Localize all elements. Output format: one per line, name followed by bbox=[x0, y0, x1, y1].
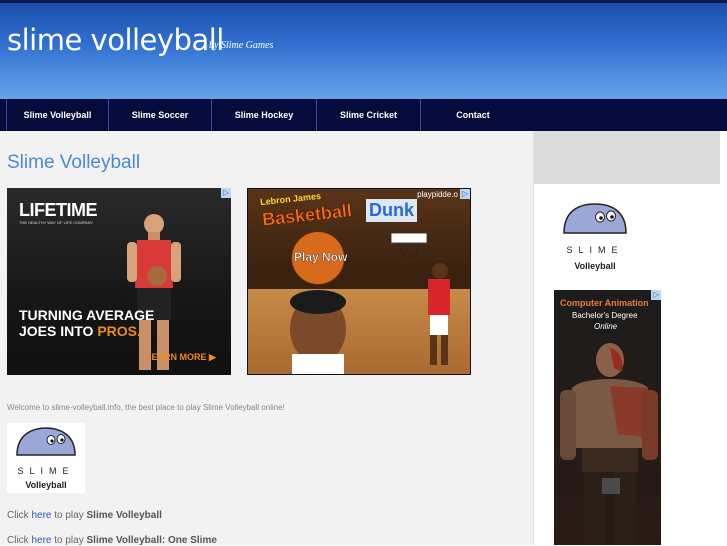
computer-animation-ad[interactable]: Computer Animation Bachelor's Degree Onl… bbox=[554, 290, 661, 545]
main-nav: Slime Volleyball Slime Soccer Slime Hock… bbox=[0, 99, 727, 131]
nav-item-slime-cricket[interactable]: Slime Cricket bbox=[317, 99, 421, 131]
lifetime-headline-line2: JOES INTO bbox=[19, 323, 98, 339]
dunk-label: Dunk bbox=[366, 199, 417, 222]
sidebar-slime-logo[interactable]: SLIME Volleyball bbox=[554, 200, 636, 272]
play-now-button[interactable]: Play Now bbox=[294, 250, 348, 264]
ad-degree: Bachelor's Degree bbox=[572, 311, 638, 320]
lifetime-logo: LIFETIME bbox=[19, 200, 98, 220]
site-title[interactable]: slime volleyball bbox=[7, 23, 224, 57]
ad-title: Computer Animation bbox=[560, 298, 649, 308]
game-name: Slime Volleyball: One Slime bbox=[86, 535, 217, 546]
lifetime-tagline: THE HEALTHY WAY OF LIFE COMPANY bbox=[19, 220, 94, 225]
basketball-ad[interactable]: Lebron James Basketball Dunk playpidde.o… bbox=[247, 188, 471, 375]
site-byline: by Slime Games bbox=[209, 40, 274, 51]
play-link-prefix: Click bbox=[7, 535, 32, 546]
slime-wordmark: SLIME bbox=[17, 466, 75, 476]
play-link-middle: to play bbox=[51, 535, 87, 546]
slime-wordmark: SLIME bbox=[566, 245, 624, 255]
sidebar-divider bbox=[533, 131, 534, 545]
adchoices-icon[interactable]: ▷ bbox=[221, 188, 231, 198]
volleyball-wordmark: Volleyball bbox=[574, 261, 616, 271]
sidebar-top-panel bbox=[534, 131, 720, 184]
athlete-image bbox=[127, 214, 181, 370]
site-header: slime volleyball by Slime Games bbox=[0, 0, 727, 99]
slime-icon bbox=[16, 427, 76, 456]
play-link-line: Click here to play Slime Volleyball bbox=[7, 510, 162, 521]
main-content: Slime Volleyball LIFETIME THE HEALTHY WA… bbox=[0, 131, 533, 546]
play-link-prefix: Click bbox=[7, 510, 32, 521]
adchoices-icon[interactable]: ▷ bbox=[651, 290, 661, 300]
game-name: Slime Volleyball bbox=[86, 510, 162, 521]
slime-icon bbox=[563, 203, 627, 234]
nav-item-slime-hockey[interactable]: Slime Hockey bbox=[212, 99, 317, 131]
play-slime-volleyball-link[interactable]: here bbox=[31, 510, 51, 521]
nav-item-slime-volleyball[interactable]: Slime Volleyball bbox=[6, 99, 109, 131]
player-face-image bbox=[290, 290, 346, 374]
lifetime-headline-pros: PROS. bbox=[97, 323, 141, 339]
player-dunk-image bbox=[428, 263, 450, 365]
volleyball-wordmark: Volleyball bbox=[25, 480, 67, 490]
nav-item-slime-soccer[interactable]: Slime Soccer bbox=[109, 99, 212, 131]
nav-item-contact[interactable]: Contact bbox=[421, 99, 525, 131]
play-link-middle: to play bbox=[51, 510, 87, 521]
hoop-icon bbox=[391, 233, 427, 257]
character-image bbox=[560, 343, 658, 545]
adchoices-icon[interactable]: ▷ bbox=[460, 189, 470, 199]
play-one-slime-link[interactable]: here bbox=[31, 535, 51, 546]
learn-more-button[interactable]: LEARN MORE ▶ bbox=[146, 352, 216, 363]
intro-text: Welcome to slime-volleyball.info, the be… bbox=[7, 403, 285, 412]
lifetime-headline: TURNING AVERAGE JOES INTO PROS. bbox=[19, 307, 154, 339]
ad-mode: Online bbox=[594, 322, 618, 331]
ad-site-label: playpidde.o bbox=[417, 190, 458, 199]
play-link-line: Click here to play Slime Volleyball: One… bbox=[7, 535, 217, 546]
slime-volleyball-logo[interactable]: SLIME Volleyball bbox=[7, 423, 85, 493]
page-title: Slime Volleyball bbox=[7, 152, 141, 173]
lifetime-ad[interactable]: LIFETIME THE HEALTHY WAY OF LIFE COMPANY… bbox=[7, 188, 231, 375]
lifetime-headline-line1: TURNING AVERAGE bbox=[19, 307, 155, 323]
